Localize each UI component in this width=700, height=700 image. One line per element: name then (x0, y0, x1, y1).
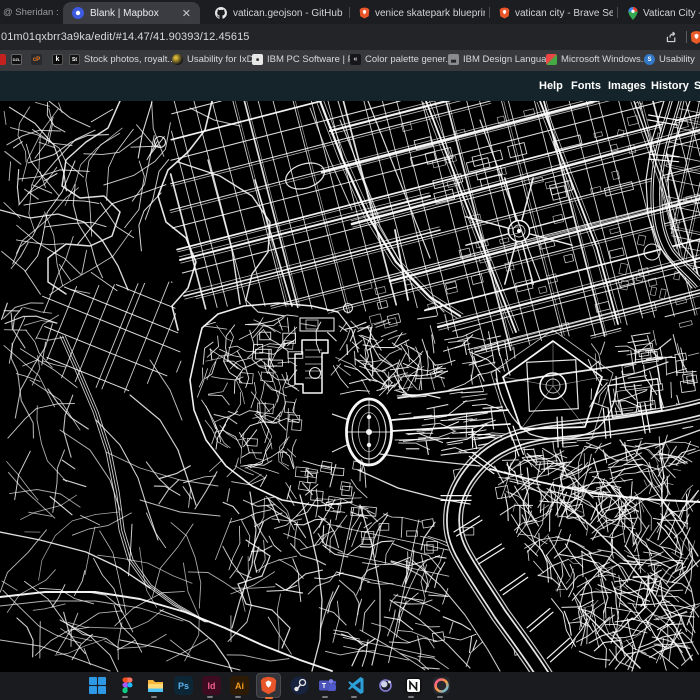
svg-text:T: T (322, 683, 327, 690)
